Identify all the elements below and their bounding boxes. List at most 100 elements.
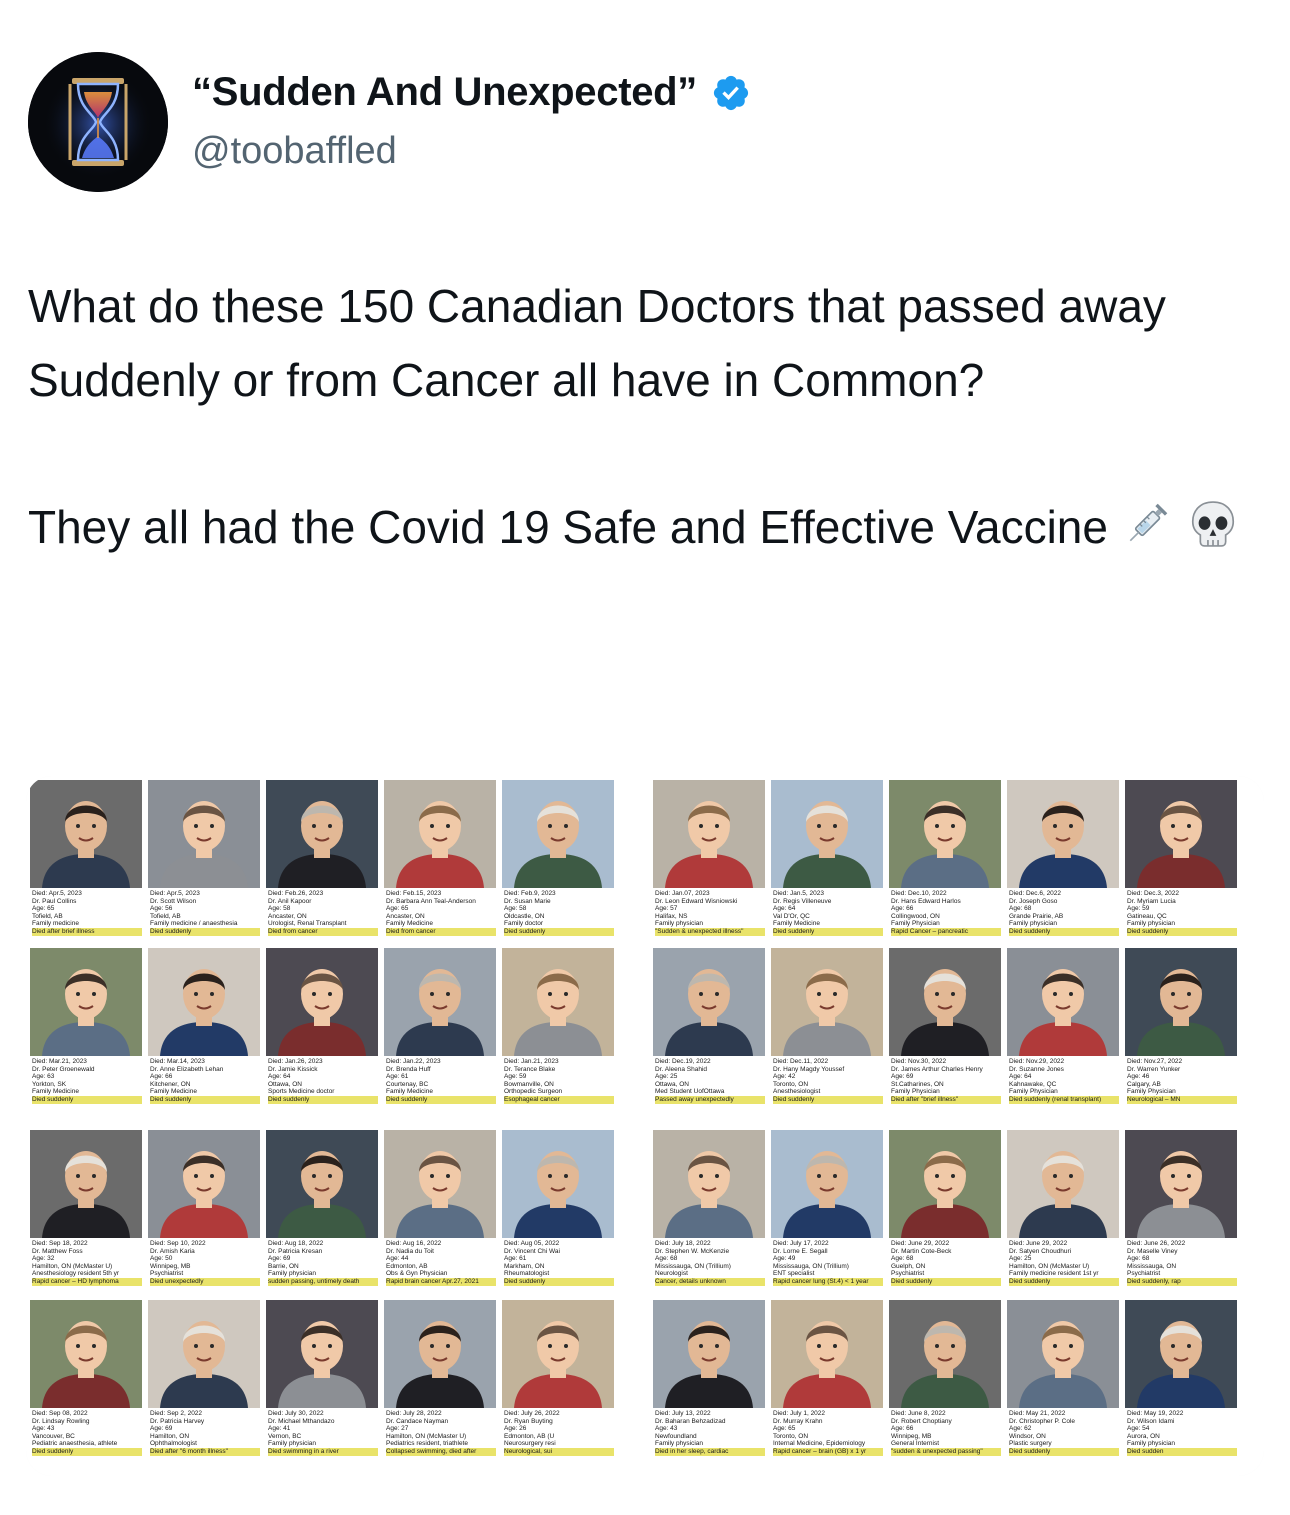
doctor-place: Edmonton, AB (U bbox=[504, 1432, 555, 1440]
doctor-specialty: Med Student UofOttawa bbox=[655, 1088, 725, 1096]
doctor-died: Died: Sep 18, 2022 bbox=[32, 1240, 88, 1247]
doctor-caption: Died: Sep 18, 2022 Dr. Matthew Foss Age: 3… bbox=[32, 1240, 142, 1298]
doctor-name: Dr. Maselle Viney bbox=[1127, 1247, 1178, 1255]
media-image-right[interactable]: Died: Jan.07, 2023 Dr. Leon Edward Wisnio… bbox=[649, 776, 1264, 1476]
doctor-caption: Died: Nov.30, 2022 Dr. James Arthur Charl… bbox=[891, 1058, 1001, 1116]
doctor-specialty: Family physician bbox=[655, 1440, 704, 1448]
doctor-specialty: Family Medicine bbox=[773, 920, 820, 928]
doctor-name: Dr. Joseph Goso bbox=[1009, 897, 1058, 905]
doctor-caption: Died: June 29, 2022 Dr. Satyen Choudhuri A… bbox=[1009, 1240, 1119, 1298]
doctor-place: Mississauga, ON (Trillium) bbox=[773, 1262, 849, 1270]
doctor-age: Age: 64 bbox=[268, 1073, 291, 1081]
doctor-photo bbox=[502, 1130, 614, 1238]
doctor-specialty: Obs & Gyn Physician bbox=[386, 1270, 448, 1278]
doctor-place: Ancaster, ON bbox=[386, 912, 425, 920]
author-name-row: “Sudden And Unexpected” bbox=[192, 70, 751, 115]
doctor-place: Gatineau, QC bbox=[1127, 912, 1167, 920]
doctor-card: Died: Aug 05, 2022 Dr. Vincent Chi Wai Age… bbox=[502, 1130, 614, 1300]
doctor-specialty: Family Medicine bbox=[386, 920, 433, 928]
doctor-note: Died suddenly bbox=[32, 1095, 142, 1104]
doctor-died: Died: Aug 18, 2022 bbox=[268, 1240, 324, 1247]
doctor-died: Died: June 26, 2022 bbox=[1127, 1240, 1186, 1247]
doctor-specialty: Family doctor bbox=[504, 920, 544, 928]
doctor-caption: Died: Nov.27, 2022 Dr. Warren Yunker Age: … bbox=[1127, 1058, 1237, 1116]
doctor-name: Dr. Leon Edward Wisniowski bbox=[655, 897, 738, 905]
doctor-place: Hamilton, ON (McMaster U) bbox=[386, 1432, 467, 1440]
doctor-note: Cancer, details unknown bbox=[655, 1277, 765, 1286]
doctor-place: Hamilton, ON (McMaster U) bbox=[1009, 1262, 1090, 1270]
doctor-died: Died: Dec.6, 2022 bbox=[1009, 890, 1062, 897]
doctor-caption: Died: July 1, 2022 Dr. Murray Krahn Age: 6… bbox=[773, 1410, 883, 1468]
doctor-photo bbox=[653, 1300, 765, 1408]
author-avatar[interactable] bbox=[28, 52, 168, 192]
doctor-name: Dr. Terance Blake bbox=[504, 1065, 556, 1073]
doctor-card: Died: May 21, 2022 Dr. Christopher P. Col… bbox=[1007, 1300, 1119, 1470]
doctor-died: Died: Nov.29, 2022 bbox=[1009, 1058, 1065, 1065]
doctor-age: Age: 65 bbox=[386, 905, 409, 913]
doctor-card: Died: Dec.3, 2022 Dr. Myriam Lucia Age: 59… bbox=[1125, 780, 1237, 950]
tweet-media[interactable]: Died: Apr.5, 2023 Dr. Paul Collins Age: 65… bbox=[26, 776, 1264, 1476]
doctor-card: Died: May 19, 2022 Dr. Wilson Idami Age: 5… bbox=[1125, 1300, 1237, 1470]
doctor-died: Died: June 8, 2022 bbox=[891, 1410, 946, 1417]
doctor-age: Age: 46 bbox=[1127, 1073, 1150, 1081]
doctor-note: Collapsed swimming, died after bbox=[386, 1447, 496, 1456]
doctor-card: Died: July 30, 2022 Dr. Michael Mthandazo… bbox=[266, 1300, 378, 1470]
doctor-card: Died: Sep 18, 2022 Dr. Matthew Foss Age: 3… bbox=[30, 1130, 142, 1300]
doctor-caption: Died: Sep 08, 2022 Dr. Lindsay Rowling Age… bbox=[32, 1410, 142, 1468]
doctor-name: Dr. Lindsay Rowling bbox=[32, 1417, 90, 1425]
doctor-specialty: Family Physician bbox=[1127, 1088, 1176, 1096]
author-handle[interactable]: @toobaffled bbox=[192, 130, 397, 173]
doctor-photo bbox=[653, 948, 765, 1056]
doctor-photo bbox=[771, 780, 883, 888]
doctor-card: Died: Mar.14, 2023 Dr. Anne Elizabeth Leh… bbox=[148, 948, 260, 1118]
author-display-name[interactable]: “Sudden And Unexpected” bbox=[192, 70, 697, 115]
doctor-card: Died: Sep 10, 2022 Dr. Amish Karia Age: 50… bbox=[148, 1130, 260, 1300]
doctor-age: Age: 65 bbox=[32, 905, 55, 913]
doctor-place: Aurora, ON bbox=[1127, 1432, 1160, 1440]
doctor-age: Age: 43 bbox=[655, 1425, 678, 1433]
doctor-note: Died suddenly bbox=[504, 927, 614, 936]
doctor-photo bbox=[502, 780, 614, 888]
doctor-card: Died: Feb.26, 2023 Dr. Anil Kapoor Age: 58… bbox=[266, 780, 378, 950]
doctor-note: Died from cancer bbox=[386, 927, 496, 936]
doctor-died: Died: July 13, 2022 bbox=[655, 1410, 711, 1417]
doctor-photo bbox=[1125, 948, 1237, 1056]
doctor-caption: Died: July 26, 2022 Dr. Ryan Buyting Age: … bbox=[504, 1410, 614, 1468]
doctor-place: Winnipeg, MB bbox=[891, 1432, 932, 1440]
doctor-name: Dr. Paul Collins bbox=[32, 897, 77, 905]
doctor-age: Age: 43 bbox=[32, 1425, 55, 1433]
doctor-died: Died: July 26, 2022 bbox=[504, 1410, 560, 1417]
doctor-died: Died: July 28, 2022 bbox=[386, 1410, 442, 1417]
doctor-caption: Died: July 28, 2022 Dr. Candace Nayman Age… bbox=[386, 1410, 496, 1468]
doctor-note: Died suddenly bbox=[268, 1095, 378, 1104]
doctor-photo bbox=[384, 1130, 496, 1238]
doctor-specialty: Neurosurgery resi bbox=[504, 1440, 556, 1448]
media-divider bbox=[641, 776, 649, 1476]
doctor-specialty: Orthopedic Surgeon bbox=[504, 1088, 563, 1096]
doctor-age: Age: 69 bbox=[268, 1255, 291, 1263]
doctor-name: Dr. Matthew Foss bbox=[32, 1247, 83, 1255]
doctor-photo bbox=[653, 780, 765, 888]
doctor-photo bbox=[148, 1300, 260, 1408]
media-image-left[interactable]: Died: Apr.5, 2023 Dr. Paul Collins Age: 65… bbox=[26, 776, 641, 1476]
doctor-age: Age: 66 bbox=[891, 1425, 914, 1433]
doctor-card: Died: June 8, 2022 Dr. Robert Choptiany Ag… bbox=[889, 1300, 1001, 1470]
doctor-died: Died: Sep 10, 2022 bbox=[150, 1240, 206, 1247]
doctor-died: Died: Nov.27, 2022 bbox=[1127, 1058, 1183, 1065]
doctor-name: Dr. Jamie Kissick bbox=[268, 1065, 318, 1073]
doctor-specialty: Anesthesiology resident 5th yr bbox=[32, 1270, 120, 1278]
doctor-card: Died: Sep 08, 2022 Dr. Lindsay Rowling Age… bbox=[30, 1300, 142, 1470]
doctor-place: Ottawa, ON bbox=[655, 1080, 689, 1088]
doctor-note: Died suddenly bbox=[1009, 1447, 1119, 1456]
doctor-card: Died: July 18, 2022 Dr. Stephen W. McKenz… bbox=[653, 1130, 765, 1300]
doctor-specialty: Family Physician bbox=[891, 1088, 940, 1096]
doctor-photo bbox=[1007, 948, 1119, 1056]
doctor-caption: Died: Sep 10, 2022 Dr. Amish Karia Age: 50… bbox=[150, 1240, 260, 1298]
doctor-died: Died: Jan.5, 2023 bbox=[773, 890, 824, 897]
doctor-card: Died: Dec.19, 2022 Dr. Aleena Shahid Age: … bbox=[653, 948, 765, 1118]
doctor-card: Died: June 29, 2022 Dr. Satyen Choudhuri A… bbox=[1007, 1130, 1119, 1300]
doctor-caption: Died: Dec.19, 2022 Dr. Aleena Shahid Age: … bbox=[655, 1058, 765, 1116]
doctor-age: Age: 58 bbox=[268, 905, 291, 913]
doctor-name: Dr. Satyen Choudhuri bbox=[1009, 1247, 1072, 1255]
doctor-specialty: Rheumatologist bbox=[504, 1270, 550, 1278]
